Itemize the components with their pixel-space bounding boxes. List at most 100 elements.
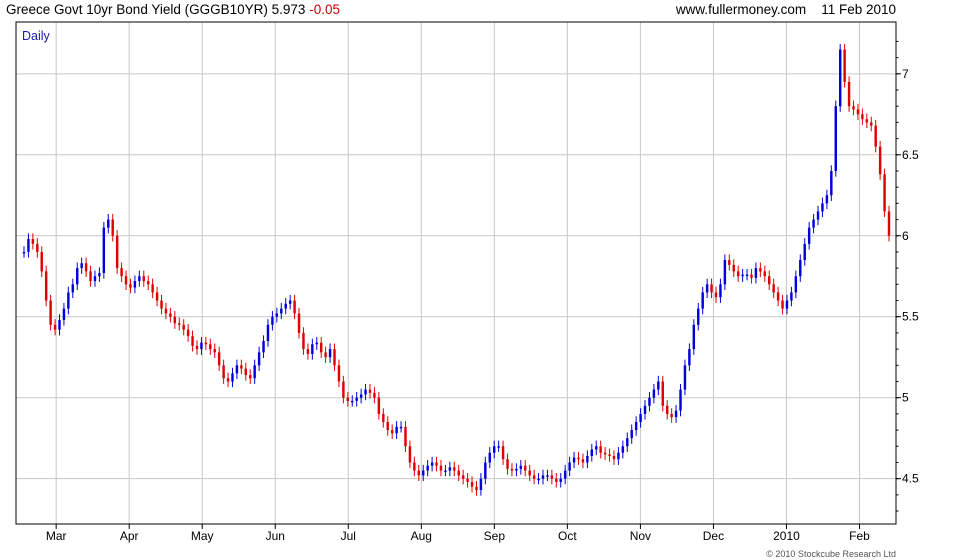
bar-body [404,426,407,447]
price-bar [825,189,829,210]
bar-body [825,195,829,204]
bar-body [328,349,332,358]
bar-body [546,475,549,477]
bar-body [838,49,842,107]
bar-body [741,274,744,277]
bar-body [590,449,594,456]
price-bar [630,424,633,444]
x-tick-label: Apr [120,529,139,543]
bar-body [723,260,727,285]
price-bar [80,257,83,274]
bar-body [479,478,483,490]
x-tick-label: May [191,529,214,543]
price-bar [160,294,163,315]
bar-body [595,446,598,450]
price-bar [834,100,837,177]
price-bar [169,307,172,323]
price-bar [856,103,860,120]
bar-body [44,271,48,301]
price-bar [306,343,310,360]
price-bar [271,311,274,331]
price-bar [852,100,855,116]
bar-body [40,251,43,272]
bar-body [843,49,846,82]
price-bar [288,294,292,310]
bar-body [164,308,168,314]
bar-body [107,219,110,228]
bar-body [697,308,700,325]
bar-body [524,465,527,471]
price-bar [728,254,731,271]
bar-body [173,316,177,324]
price-bar [475,481,478,496]
bar-body [80,263,83,269]
price-bar [142,270,145,287]
x-tick-label: Jul [341,529,356,543]
price-bar [524,460,527,477]
bar-body [342,381,345,398]
price-bar [275,307,279,323]
price-bar [559,472,562,488]
price-bar [377,392,381,420]
bar-body [262,341,265,353]
price-bar [874,119,877,153]
bar-body [27,238,30,252]
price-bar [182,319,185,336]
price-bar [76,262,79,291]
bar-body [209,344,212,350]
bar-body [417,470,421,476]
bar-body [745,274,749,277]
bar-body [115,235,119,269]
price-bar [235,359,239,380]
bar-body [408,446,412,463]
bar-body [160,300,163,309]
bar-body [364,389,367,395]
bar-body [89,271,92,282]
price-bar [337,359,341,388]
bar-body [413,462,416,471]
price-bar [652,383,656,404]
price-bar [359,388,363,404]
bar-body [390,430,394,434]
bar-body [559,478,562,482]
bar-body [351,400,354,403]
price-bar [816,205,820,226]
bar-body [785,300,789,309]
x-tick-label: Dec [703,529,724,543]
bar-body [847,81,851,107]
bar-body [497,446,500,448]
price-bar [750,268,753,284]
price-bar [568,456,571,477]
bar-body [639,413,642,422]
bar-body [368,389,372,393]
price-bar [231,367,234,388]
bar-body [488,452,491,463]
bar-body [674,410,678,418]
bar-body [475,486,478,490]
bar-body [719,284,722,298]
bar-body [634,421,638,431]
price-bar [679,383,682,417]
bar-body [22,251,26,254]
price-bar [732,259,735,278]
bar-body [355,397,358,401]
price-bar [878,141,882,180]
price-bar [705,278,709,299]
price-bar [217,346,221,371]
price-bar [847,76,851,112]
price-bar [532,469,536,485]
price-bar [883,168,886,218]
price-bar [688,343,691,371]
bar-body [399,426,403,429]
price-bar [453,461,456,477]
price-bar [226,372,230,388]
price-bar [501,440,505,465]
price-bar [466,472,469,488]
bar-body [621,446,625,453]
price-bar [674,404,678,423]
bar-body [692,324,696,350]
price-bar [324,346,327,363]
bar-body [799,260,802,277]
price-bar [311,338,314,360]
bar-body [572,457,576,463]
